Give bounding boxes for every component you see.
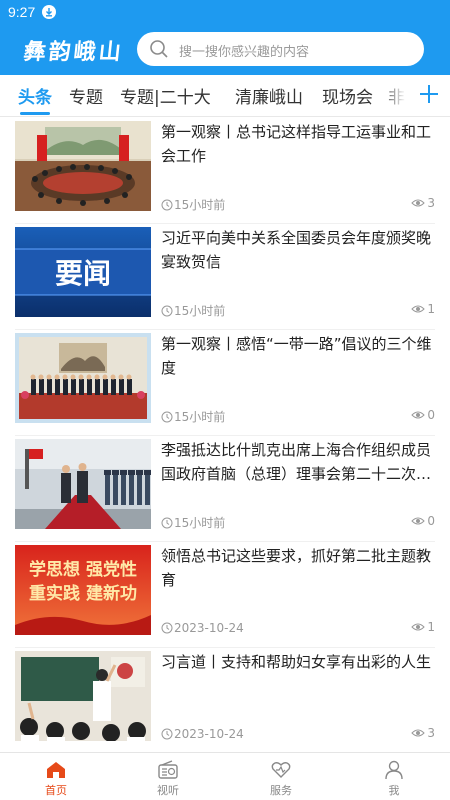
tab-headlines[interactable]: 头条 — [18, 83, 52, 108]
active-tab-indicator — [20, 112, 50, 115]
status-bar: 9:27 — [0, 0, 450, 24]
news-item[interactable]: 学思想 强党性 重实践 建新功 领悟总书记这些要求，抓好第二批主题教育 2023… — [15, 542, 435, 648]
thumbnail-meeting-room — [15, 121, 151, 211]
add-channel-button[interactable] — [412, 75, 450, 116]
thumbnail-honor-guard — [15, 439, 151, 529]
eye-icon — [411, 517, 426, 525]
tab-special[interactable]: 专题 — [69, 83, 103, 108]
plus-icon — [420, 85, 438, 103]
news-views: 3 — [411, 726, 435, 740]
news-views: 0 — [411, 514, 435, 528]
news-time: 15小时前 — [161, 408, 225, 425]
status-time: 9:27 — [8, 4, 36, 20]
news-time: 15小时前 — [161, 196, 225, 213]
news-time: 2023-10-24 — [161, 726, 244, 741]
thumbnail-group-photo — [15, 333, 151, 423]
news-time: 15小时前 — [161, 514, 225, 531]
search-bar[interactable]: 搜一搜你感兴趣的内容 — [137, 32, 424, 66]
top-bar: 9:27 彝韵峨山 搜一搜你感兴趣的内容 — [0, 0, 450, 75]
nav-home[interactable]: 首页 — [0, 753, 112, 800]
news-title: 领悟总书记这些要求，抓好第二批主题教育 — [161, 547, 432, 589]
nav-label: 视听 — [157, 784, 179, 797]
thumbnail-classroom — [15, 651, 151, 741]
home-icon — [47, 762, 65, 778]
eye-icon — [411, 305, 426, 313]
clock-icon — [161, 411, 173, 423]
download-icon — [42, 5, 56, 19]
nav-label: 服务 — [270, 784, 292, 797]
nav-label: 我 — [388, 784, 400, 797]
tab-clean-eshan[interactable]: 清廉峨山 — [235, 83, 303, 108]
news-item[interactable]: 要闻 习近平向美中关系全国委员会年度颁奖晚宴致贺信 15小时前 1 — [15, 224, 435, 330]
app-root: 9:27 彝韵峨山 搜一搜你感兴趣的内容 头条 专题 专题|二十大 清廉峨山 现… — [0, 0, 450, 800]
svg-text:要闻: 要闻 — [55, 257, 111, 290]
user-icon — [385, 760, 403, 780]
news-views: 3 — [411, 196, 435, 210]
search-icon — [149, 39, 169, 63]
news-title: 第一观察丨感悟“一带一路”倡议的三个维度 — [161, 335, 432, 377]
news-title: 李强抵达比什凯克出席上海合作组织成员国政府首脑（总理）理事会第二十二次会议 — [161, 441, 432, 483]
news-views: 0 — [411, 408, 435, 422]
news-item[interactable]: 第一观察丨感悟“一带一路”倡议的三个维度 15小时前 0 — [15, 330, 435, 436]
nav-audiovisual[interactable]: 视听 — [112, 753, 224, 800]
tab-special-20th-congress[interactable]: 专题|二十大 — [120, 83, 211, 108]
svg-text:学思想 强党性: 学思想 强党性 — [29, 559, 137, 580]
thumbnail-yaowen: 要闻 — [15, 227, 151, 317]
nav-label: 首页 — [45, 784, 67, 797]
clock-icon — [161, 622, 173, 634]
news-item[interactable]: 习言道丨支持和帮助妇女享有出彩的人生 2023-10-24 3 — [15, 648, 435, 754]
nav-me[interactable]: 我 — [338, 753, 450, 800]
eye-icon — [411, 729, 426, 737]
clock-icon — [161, 517, 173, 529]
svg-text:重实践 建新功: 重实践 建新功 — [29, 583, 137, 604]
news-time: 15小时前 — [161, 302, 225, 319]
eye-icon — [411, 199, 426, 207]
news-views: 1 — [411, 302, 435, 316]
news-title: 习近平向美中关系全国委员会年度颁奖晚宴致贺信 — [161, 229, 432, 271]
news-views: 1 — [411, 620, 435, 634]
news-item[interactable]: 第一观察丨总书记这样指导工运事业和工会工作 15小时前 3 — [15, 118, 435, 224]
news-item[interactable]: 李强抵达比什凯克出席上海合作组织成员国政府首脑（总理）理事会第二十二次会议 15… — [15, 436, 435, 542]
bottom-nav: 首页 视听 服务 我 — [0, 752, 450, 800]
clock-icon — [161, 728, 173, 740]
news-time: 2023-10-24 — [161, 620, 244, 635]
clock-icon — [161, 199, 173, 211]
app-logo: 彝韵峨山 — [22, 39, 126, 65]
nav-service[interactable]: 服务 — [225, 753, 337, 800]
eye-icon — [411, 623, 426, 631]
tab-on-site-meeting[interactable]: 现场会 — [322, 83, 373, 108]
eye-icon — [411, 411, 426, 419]
clock-icon — [161, 305, 173, 317]
category-tabs: 头条 专题 专题|二十大 清廉峨山 现场会 非 — [0, 75, 450, 117]
news-title: 第一观察丨总书记这样指导工运事业和工会工作 — [161, 123, 432, 165]
search-placeholder: 搜一搜你感兴趣的内容 — [179, 45, 310, 60]
news-title: 习言道丨支持和帮助妇女享有出彩的人生 — [161, 653, 432, 671]
radio-icon — [158, 760, 178, 779]
thumbnail-slogan: 学思想 强党性 重实践 建新功 — [15, 545, 151, 635]
heart-hand-icon — [271, 762, 291, 778]
tabs-fade — [380, 75, 412, 116]
